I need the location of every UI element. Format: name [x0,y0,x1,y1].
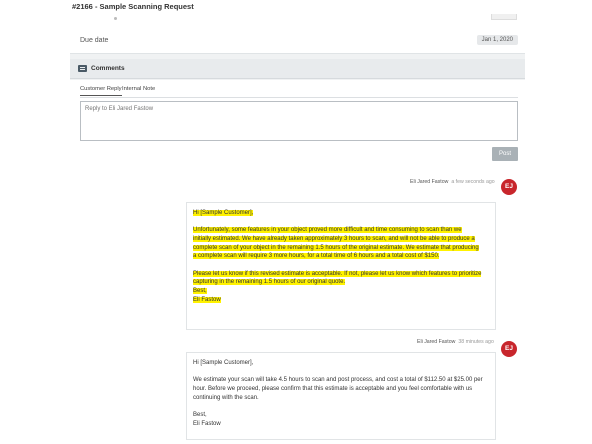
comment-paragraph: We estimate your scan will take 4.5 hour… [193,376,489,402]
tab-customer-reply[interactable]: Customer Reply [80,86,122,96]
comment-line: a complete scan will require 3 more hour… [193,253,440,260]
comment-paragraph: Unfortunately, some features in your obj… [193,226,489,261]
comment-line: Best, [193,411,207,418]
comment-time: a few seconds ago [451,179,495,185]
reply-input[interactable] [80,101,518,141]
comment-paragraph: Please let us know if this revised estim… [193,270,489,305]
comments-header: Comments [70,59,525,79]
comment-line: Hi [Sample Customer], [193,360,254,366]
avatar[interactable]: EJ [501,341,517,357]
comment-meta: Eli Jared Fastow 38 minutes ago [417,339,494,345]
field-value-stub[interactable] [491,14,517,20]
comment-icon [78,65,87,72]
comment-author: Eli Jared Fastow [410,179,449,185]
comment-bubble: Hi [Sample Customer], Unfortunately, som… [186,202,496,330]
due-date-label: Due date [80,37,109,44]
post-button[interactable]: Post [492,147,518,161]
comment-line: Eli Fastow [193,296,221,303]
comment-line: Eli Fastow [193,420,221,427]
comment-line: Hi [Sample Customer], [193,210,254,216]
comment-line: Unfortunately, some features in your obj… [193,227,462,234]
comment-meta: Eli Jared Fastow a few seconds ago [410,179,495,185]
page-title: #2166 - Sample Scanning Request [72,2,194,11]
comment-paragraph: Best, Eli Fastow [193,411,489,428]
comment-line: initially estimated. We have already tak… [193,235,475,242]
due-date-value[interactable]: Jan 1, 2020 [476,35,518,45]
avatar[interactable]: EJ [501,179,517,195]
comment-bubble: Hi [Sample Customer], We estimate your s… [186,352,496,440]
comment-line: continuing with the scan. [193,394,259,401]
comments-title: Comments [91,65,125,72]
comment-line: hour. Before we proceed, please confirm … [193,385,473,392]
comment-paragraph: Hi [Sample Customer], [193,359,489,368]
ticket-details-card: Due date Jan 1, 2020 [70,14,525,54]
comment-line: We estimate your scan will take 4.5 hour… [193,377,483,384]
tab-internal-note[interactable]: Internal Note [122,86,155,95]
tabs-divider [80,97,518,98]
comment-line: Best, [193,287,207,294]
field-indicator [114,17,117,20]
comment-time: 38 minutes ago [458,339,494,345]
comment-author: Eli Jared Fastow [417,339,456,345]
comment-line: capturing in the remaining 1.5 hours of … [193,279,346,286]
ticket-content: Due date Jan 1, 2020 Comments Customer R… [70,14,525,444]
comment-line: Please let us know if this revised estim… [193,270,482,277]
comments-panel: Customer Reply Internal Note Post Eli Ja… [70,80,525,444]
comment-line: complete scan of your object in the rema… [193,244,479,251]
comment-paragraph: Hi [Sample Customer], [193,209,489,218]
page-header: #2166 - Sample Scanning Request [0,0,592,14]
